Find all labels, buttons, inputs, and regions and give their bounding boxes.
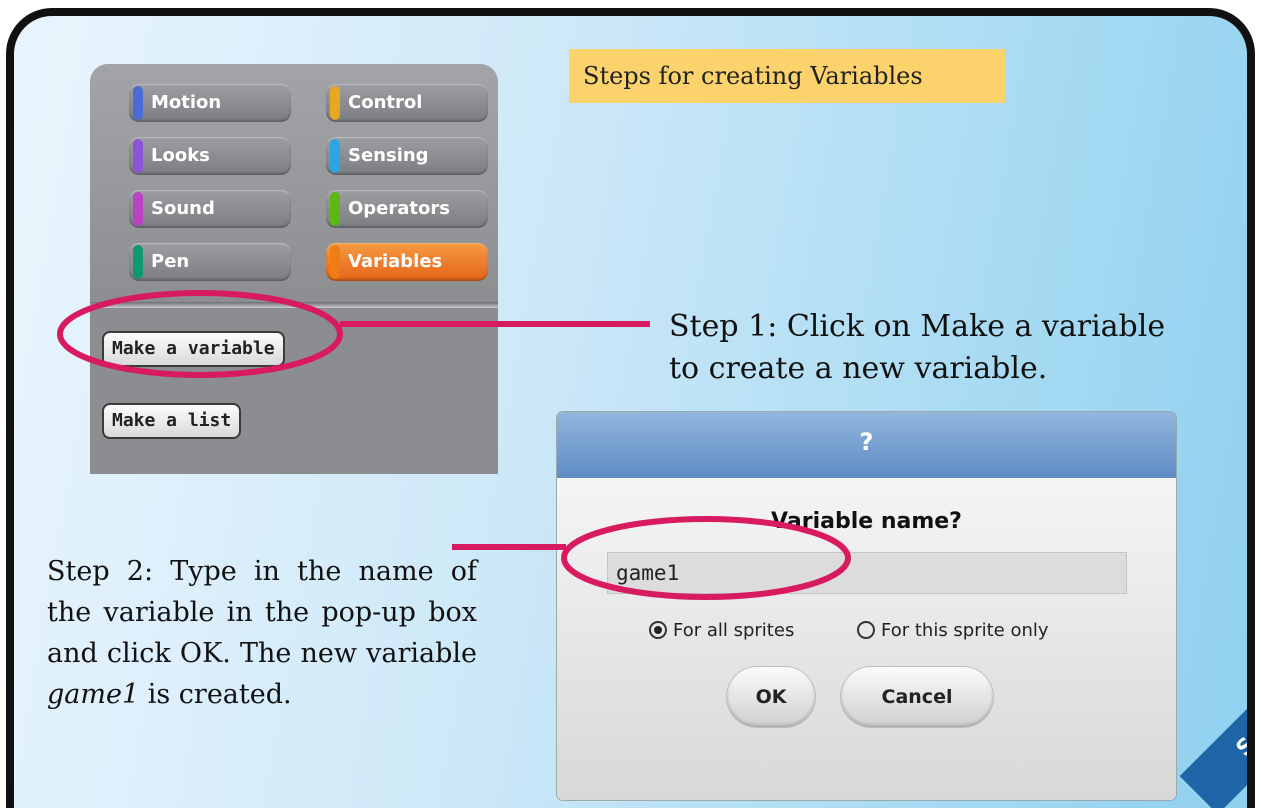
radio-label: For all sprites [673, 620, 795, 641]
step-1-text: Step 1: Click on Make a variable to crea… [669, 309, 1166, 386]
skills-ribbon: SKILLS [1179, 627, 1247, 808]
make-variable-button[interactable]: Make a variable [102, 331, 285, 367]
radio-for-this-sprite-only[interactable]: For this sprite only [857, 620, 1049, 641]
category-variables-button[interactable]: Variables [326, 243, 488, 281]
radio-selected-icon [649, 621, 667, 639]
step-2-text: Step 2: Type in the name of the variable… [47, 551, 477, 715]
sound-color-swatch [133, 192, 143, 226]
variable-name-dialog: ? Variable name? game1 For all sprites F… [557, 412, 1176, 800]
category-sound-button[interactable]: Sound [129, 190, 291, 228]
dialog-title-bar: ? [557, 412, 1176, 478]
category-label: Looks [151, 145, 210, 166]
dialog-prompt: Variable name? [771, 509, 962, 534]
category-control-button[interactable]: Control [326, 84, 488, 122]
cancel-button[interactable]: Cancel [841, 667, 993, 727]
variable-name-emphasis: game1 [47, 679, 140, 710]
category-looks-button[interactable]: Looks [129, 137, 291, 175]
step-2-text-start: Step 2: Type in the name of the variable… [47, 556, 477, 669]
category-label: Operators [348, 198, 450, 219]
category-label: Motion [151, 92, 222, 113]
category-motion-button[interactable]: Motion [129, 84, 291, 122]
category-sensing-button[interactable]: Sensing [326, 137, 488, 175]
category-operators-button[interactable]: Operators [326, 190, 488, 228]
category-pen-button[interactable]: Pen [129, 243, 291, 281]
page-frame: Steps for creating Variables Motion Cont… [6, 8, 1255, 808]
sensing-color-swatch [330, 139, 340, 173]
radio-unselected-icon [857, 621, 875, 639]
variables-color-swatch [330, 245, 340, 279]
category-label: Sensing [348, 145, 429, 166]
radio-for-all-sprites[interactable]: For all sprites [649, 620, 794, 641]
block-palette: Motion Control Looks Sensing Sound Opera… [90, 64, 498, 474]
radio-label: For this sprite only [881, 620, 1049, 641]
variable-name-input[interactable]: game1 [607, 552, 1127, 594]
category-label: Sound [151, 198, 215, 219]
control-color-swatch [330, 86, 340, 120]
section-banner: Steps for creating Variables [569, 49, 1005, 103]
ok-button[interactable]: OK [727, 667, 815, 727]
motion-color-swatch [133, 86, 143, 120]
category-label: Variables [348, 251, 443, 272]
step-2-text-end: is created. [139, 679, 292, 710]
pen-color-swatch [133, 245, 143, 279]
category-label: Pen [151, 251, 190, 272]
looks-color-swatch [133, 139, 143, 173]
operators-color-swatch [330, 192, 340, 226]
category-label: Control [348, 92, 423, 113]
make-list-button[interactable]: Make a list [102, 403, 242, 439]
